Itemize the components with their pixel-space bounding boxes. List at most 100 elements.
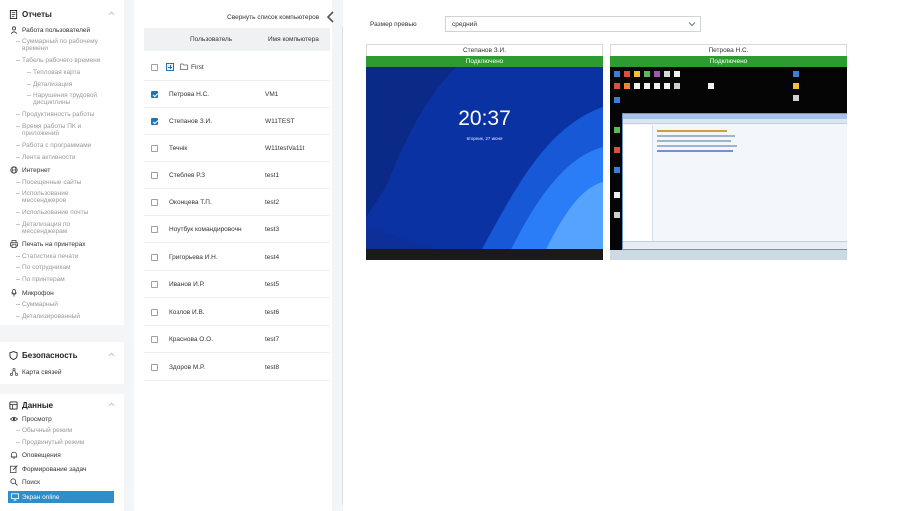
- sidebar-item-by-printers[interactable]: По принтерам: [16, 276, 65, 283]
- sidebar-item-work[interactable]: Работа пользователей: [10, 26, 90, 34]
- sidebar-item-pc-time[interactable]: Время работы ПК и приложений: [16, 123, 102, 137]
- sidebar-item-detail[interactable]: Детализация: [26, 81, 72, 88]
- sidebar-item-alerts[interactable]: Оповещения: [10, 451, 61, 459]
- row-checkbox[interactable]: [151, 309, 158, 316]
- sidebar-item-task-forming[interactable]: Формирование задач: [10, 465, 86, 473]
- sidebar-item-productivity[interactable]: Продуктивность работы: [15, 111, 94, 118]
- tile-status: Подключено: [366, 56, 603, 67]
- desktop-icon: [614, 71, 620, 77]
- table-row[interactable]: Козлов И.В. test6: [144, 299, 330, 326]
- computer-list-header: Пользователь Имя компьютера: [144, 28, 330, 51]
- row-computer: test5: [265, 281, 280, 288]
- sidebar-item-violations[interactable]: Нарушения трудовой дисциплины: [27, 92, 105, 106]
- row-checkbox[interactable]: [151, 91, 158, 98]
- sidebar-item-messengers[interactable]: Использование мессенджеров: [16, 190, 102, 204]
- table-row[interactable]: Григорьева И.Н. test4: [144, 244, 330, 271]
- network-icon: [10, 368, 18, 376]
- row-user: Иванов И.Р.: [169, 281, 205, 288]
- desktop-icon: [674, 83, 680, 89]
- desktop-icon: [654, 71, 660, 77]
- screen-tile[interactable]: Степанов З.И. Подключено 20:37 вторник, …: [366, 44, 603, 260]
- chevron-up-icon[interactable]: [108, 10, 115, 17]
- row-checkbox[interactable]: [151, 364, 158, 371]
- sidebar-item-print-stats[interactable]: Статистика печати: [15, 253, 78, 260]
- row-user: Оконцева Т.П.: [169, 199, 212, 206]
- screen-preview[interactable]: [610, 67, 847, 260]
- screen-preview[interactable]: 20:37 вторник, 27 июня: [366, 67, 603, 260]
- desktop-icon: [634, 83, 640, 89]
- table-row[interactable]: Ноутбук командировочн test3: [144, 216, 330, 243]
- globe-icon: [10, 166, 18, 174]
- table-row[interactable]: Степанов З.И. W11TEST: [144, 108, 330, 135]
- table-row[interactable]: Стеблев Р.З test1: [144, 162, 330, 189]
- sidebar-item-mic-detailed[interactable]: Детализированный: [15, 313, 80, 320]
- data-section-header[interactable]: Данные: [9, 399, 115, 411]
- sidebar-item-links-map[interactable]: Карта связей: [10, 368, 62, 376]
- screen-tile[interactable]: Петрова Н.С. Подключено: [610, 44, 847, 260]
- security-title: Безопасность: [22, 350, 78, 360]
- row-checkbox[interactable]: [151, 336, 158, 343]
- table-row[interactable]: Оконцева Т.П. test2: [144, 189, 330, 216]
- computer-list-panel: Свернуть список компьютеров Пользователь…: [134, 0, 335, 511]
- table-row[interactable]: Краснова О.О. test7: [144, 326, 330, 353]
- collapse-list-link[interactable]: Свернуть список компьютеров: [227, 14, 319, 21]
- preview-size-select[interactable]: средний: [445, 16, 701, 32]
- chevron-left-icon[interactable]: [326, 11, 335, 23]
- preview-size-label: Размер превью: [370, 21, 417, 28]
- sidebar-item-by-employees[interactable]: По сотрудникам: [16, 264, 71, 271]
- explorer-window: [622, 113, 847, 250]
- group-row[interactable]: First: [144, 54, 330, 81]
- desktop-icon: [793, 71, 799, 77]
- sidebar-item-sites[interactable]: Посещенные сайты: [15, 179, 81, 186]
- sidebar-item-heatmap[interactable]: Тепловая карта: [26, 69, 80, 76]
- row-computer: test1: [265, 172, 280, 179]
- expand-icon[interactable]: [166, 63, 174, 71]
- sidebar-item-advanced-mode[interactable]: Продвинутый режим: [15, 439, 84, 446]
- sidebar-item-view[interactable]: Просмотр: [10, 415, 52, 423]
- row-checkbox[interactable]: [151, 254, 158, 261]
- sidebar-item-internet[interactable]: Интернет: [10, 166, 50, 174]
- row-checkbox[interactable]: [151, 145, 158, 152]
- reports-title: Отчеты: [22, 9, 52, 19]
- sidebar-item-timesheet[interactable]: Табель рабочего времени: [15, 57, 100, 64]
- row-computer: test8: [265, 364, 280, 371]
- row-checkbox[interactable]: [151, 226, 158, 233]
- preview-area: Размер превью средний Степанов З.И. Подк…: [343, 0, 900, 511]
- row-user: Здоров М.Р.: [169, 364, 205, 371]
- sidebar-item-programs[interactable]: Работа с программами: [15, 142, 91, 149]
- row-checkbox[interactable]: [151, 172, 158, 179]
- row-checkbox[interactable]: [151, 199, 158, 206]
- sidebar-item-screen-online[interactable]: Экран online: [8, 491, 114, 503]
- sidebar-item-printing[interactable]: Печать на принтерах: [10, 240, 85, 248]
- chevron-up-icon[interactable]: [108, 401, 115, 408]
- row-user: Стеблев Р.З: [169, 172, 206, 179]
- shield-icon: [9, 350, 18, 360]
- column-header-computer[interactable]: Имя компьютера: [268, 36, 319, 43]
- row-user: Течнік: [169, 145, 188, 152]
- group-checkbox[interactable]: [151, 64, 158, 71]
- row-checkbox[interactable]: [151, 118, 158, 125]
- column-header-user[interactable]: Пользователь: [190, 36, 232, 43]
- table-row[interactable]: Здоров М.Р. test8: [144, 354, 330, 381]
- table-row[interactable]: Петрова Н.С. VM1: [144, 81, 330, 108]
- sidebar-item-mic-summary[interactable]: Суммарный: [16, 301, 58, 308]
- sidebar-item-microphone[interactable]: Микрофон: [10, 289, 54, 297]
- reports-section-header[interactable]: Отчеты: [9, 8, 115, 20]
- chevron-up-icon[interactable]: [108, 351, 115, 358]
- table-row[interactable]: Иванов И.Р. test5: [144, 271, 330, 298]
- sidebar-item-search[interactable]: Поиск: [10, 478, 40, 486]
- security-section-header[interactable]: Безопасность: [9, 349, 115, 361]
- sidebar-item-activity-feed[interactable]: Лента активности: [15, 154, 75, 161]
- desktop-icon: [614, 127, 620, 133]
- sidebar-item-mail[interactable]: Использование почты: [15, 209, 88, 216]
- table-row[interactable]: Течнік W11testVa11t: [144, 135, 330, 162]
- row-computer: test2: [265, 199, 280, 206]
- sidebar-item-messenger-detail[interactable]: Детализация по мессенджерам: [16, 221, 102, 235]
- bell-icon: [10, 451, 18, 459]
- desktop-icon: [664, 83, 670, 89]
- row-computer: test3: [265, 226, 280, 233]
- sidebar-item-normal-mode[interactable]: Обычный режим: [15, 427, 72, 434]
- row-user: Краснова О.О.: [169, 336, 213, 343]
- row-checkbox[interactable]: [151, 281, 158, 288]
- sidebar-item-worktime-summary[interactable]: Суммарный по рабочему времени: [16, 38, 102, 52]
